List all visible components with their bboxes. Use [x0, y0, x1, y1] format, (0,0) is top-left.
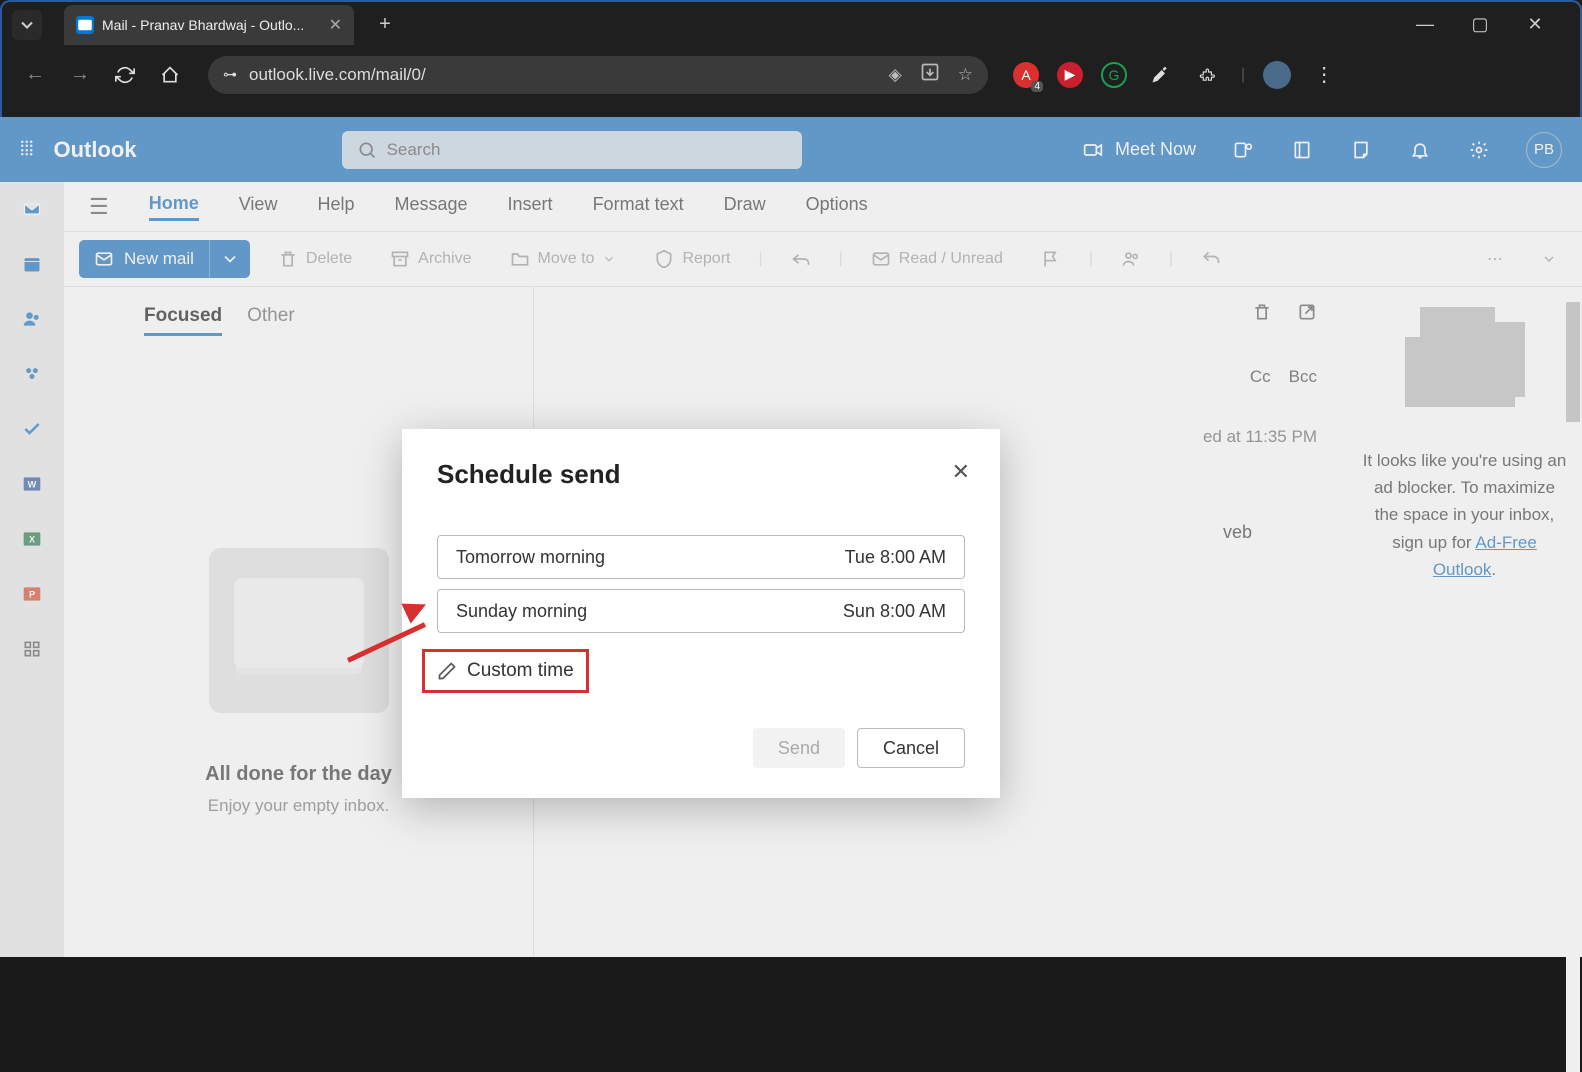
browser-chrome: Mail - Pranav Bhardwaj - Outlo... ✕ + ― …: [0, 0, 1582, 117]
tab-title: Mail - Pranav Bhardwaj - Outlo...: [102, 17, 321, 33]
reload-button[interactable]: [110, 60, 140, 90]
outlook-favicon: [76, 16, 94, 34]
diamond-icon[interactable]: ◈: [889, 65, 902, 85]
url-text: outlook.live.com/mail/0/: [249, 65, 426, 85]
tab-search-dropdown[interactable]: [12, 10, 42, 40]
scrollbar-thumb[interactable]: [1566, 302, 1580, 422]
extensions-area: A4 ▶ G | ⋮: [1013, 60, 1339, 90]
extension-abp[interactable]: A4: [1013, 62, 1039, 88]
back-button[interactable]: ←: [20, 60, 50, 90]
home-button[interactable]: [155, 60, 185, 90]
option-label: Sunday morning: [456, 601, 587, 622]
tab-close-icon[interactable]: ✕: [329, 15, 342, 35]
extension-lastpass[interactable]: ▶: [1057, 62, 1083, 88]
site-info-icon[interactable]: ⊶: [223, 66, 237, 83]
extension-grammarly[interactable]: G: [1101, 62, 1127, 88]
extensions-puzzle-icon[interactable]: [1193, 60, 1223, 90]
close-window-button[interactable]: ✕: [1520, 10, 1550, 40]
send-button: Send: [753, 728, 845, 768]
modal-close-button[interactable]: ✕: [952, 459, 970, 485]
schedule-option-tomorrow[interactable]: Tomorrow morning Tue 8:00 AM: [437, 535, 965, 579]
browser-menu-icon[interactable]: ⋮: [1309, 60, 1339, 90]
url-field[interactable]: ⊶ outlook.live.com/mail/0/ ◈ ☆: [208, 56, 988, 94]
modal-title: Schedule send: [437, 459, 965, 490]
pencil-icon: [437, 661, 457, 681]
eyedropper-icon[interactable]: [1145, 60, 1175, 90]
cancel-button[interactable]: Cancel: [857, 728, 965, 768]
extension-badge: 4: [1031, 81, 1043, 92]
option-label: Tomorrow morning: [456, 547, 605, 568]
window-controls: ― ▢ ✕: [1410, 10, 1570, 40]
new-tab-button[interactable]: +: [370, 10, 400, 40]
option-time: Tue 8:00 AM: [845, 547, 946, 568]
profile-avatar[interactable]: [1263, 61, 1291, 89]
option-time: Sun 8:00 AM: [843, 601, 946, 622]
schedule-send-modal: Schedule send ✕ Tomorrow morning Tue 8:0…: [402, 429, 1000, 798]
schedule-option-sunday[interactable]: Sunday morning Sun 8:00 AM: [437, 589, 965, 633]
chevron-down-icon: [17, 15, 37, 35]
address-bar: ← → ⊶ outlook.live.com/mail/0/ ◈ ☆ A4 ▶ …: [2, 47, 1580, 102]
browser-tab[interactable]: Mail - Pranav Bhardwaj - Outlo... ✕: [64, 5, 354, 45]
bookmark-star-icon[interactable]: ☆: [958, 65, 973, 85]
tab-bar: Mail - Pranav Bhardwaj - Outlo... ✕ + ― …: [2, 2, 1580, 47]
minimize-button[interactable]: ―: [1410, 10, 1440, 40]
annotation-arrow: [340, 622, 425, 627]
maximize-button[interactable]: ▢: [1465, 10, 1495, 40]
forward-button[interactable]: →: [65, 60, 95, 90]
custom-time-button[interactable]: Custom time: [422, 649, 589, 693]
install-app-icon[interactable]: [920, 62, 940, 87]
